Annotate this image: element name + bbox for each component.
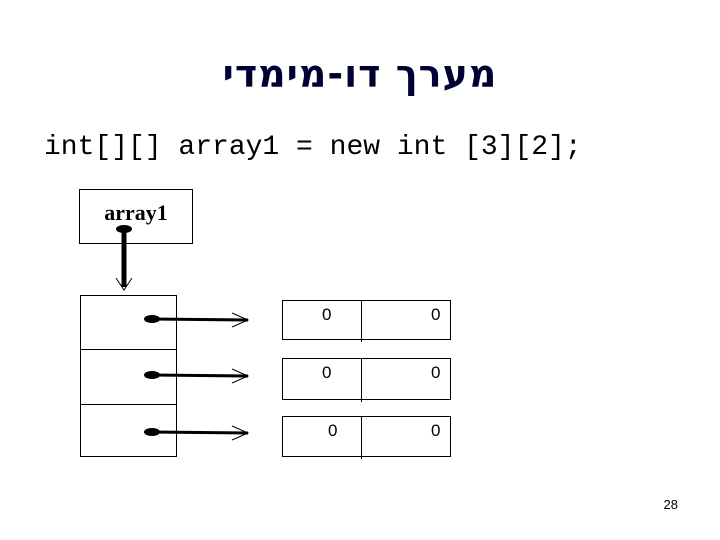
reference-arrow-var xyxy=(115,225,133,291)
reference-arrow-1 xyxy=(144,368,250,384)
arrows-layer xyxy=(115,225,250,441)
page-number: 28 xyxy=(663,497,678,512)
slide: מערך דו-מימדי int[][] array1 = new int [… xyxy=(0,0,720,540)
reference-arrow-0 xyxy=(144,312,250,328)
reference-arrow-2 xyxy=(144,425,250,441)
